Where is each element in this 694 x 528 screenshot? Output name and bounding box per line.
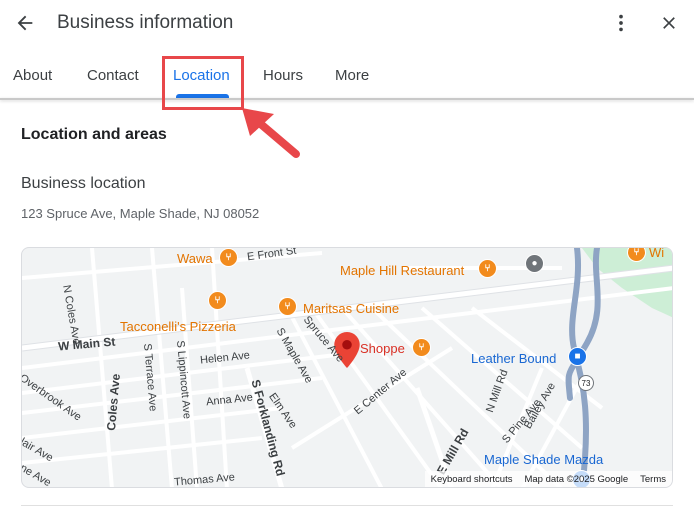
restaurant-pin-icon[interactable]: ⑂ — [412, 338, 431, 357]
map-attribution: Map data ©2025 Google — [524, 473, 629, 485]
tab-about[interactable]: About — [13, 67, 52, 84]
map-footer: Keyboard shortcuts Map data ©2025 Google… — [424, 471, 672, 487]
poi-maple-hill[interactable]: Maple Hill Restaurant — [340, 263, 464, 278]
route-73-shield-icon: 73 — [578, 375, 594, 391]
tab-hours[interactable]: Hours — [263, 67, 303, 84]
restaurant-pin-icon[interactable]: ⑂ — [219, 248, 238, 267]
more-vert-icon — [619, 14, 623, 32]
poi-leather-bound[interactable]: Leather Bound — [471, 351, 556, 366]
dialog-header: Business information — [0, 0, 694, 46]
keyboard-shortcuts-link[interactable]: Keyboard shortcuts — [431, 474, 513, 485]
shopping-pin-icon[interactable]: ■ — [568, 347, 587, 366]
poi-maple-shade-mazda[interactable]: Maple Shade Mazda — [484, 452, 603, 467]
tabs-divider — [0, 98, 694, 100]
poi-shoppe[interactable]: Shoppe — [360, 341, 405, 356]
poi-maritsas[interactable]: Maritsas Cuisine — [303, 301, 399, 316]
terms-link[interactable]: Terms — [640, 474, 666, 485]
close-icon — [663, 17, 675, 29]
tab-contact[interactable]: Contact — [87, 67, 139, 84]
place-pin-icon[interactable]: ● — [525, 254, 544, 273]
bottom-divider — [21, 505, 673, 506]
back-button[interactable] — [10, 8, 40, 38]
restaurant-pin-icon[interactable]: ⑂ — [208, 291, 227, 310]
restaurant-pin-icon[interactable]: ⑂ — [478, 259, 497, 278]
tab-location[interactable]: Location — [173, 67, 230, 84]
poi-wawa[interactable]: Wawa — [177, 251, 213, 266]
poi-edge[interactable]: Wi — [649, 248, 664, 260]
tab-more[interactable]: More — [335, 67, 369, 84]
more-options-button[interactable] — [606, 8, 636, 38]
annotation-arrow-icon — [242, 108, 300, 158]
tab-bar: About Contact Location Hours More — [0, 52, 694, 100]
close-button[interactable] — [654, 8, 684, 38]
restaurant-pin-icon[interactable]: ⑂ — [278, 297, 297, 316]
business-location-heading: Business location — [21, 175, 146, 192]
location-map[interactable]: ⑂ Wawa E Front St Maple Hill Restaurant … — [21, 247, 673, 488]
section-title: Location and areas — [21, 126, 167, 143]
arrow-back-icon — [17, 15, 33, 31]
poi-tacconellis[interactable]: Tacconelli's Pizzeria — [120, 319, 236, 334]
business-address: 123 Spruce Ave, Maple Shade, NJ 08052 — [21, 206, 260, 221]
dialog-title: Business information — [57, 12, 234, 33]
